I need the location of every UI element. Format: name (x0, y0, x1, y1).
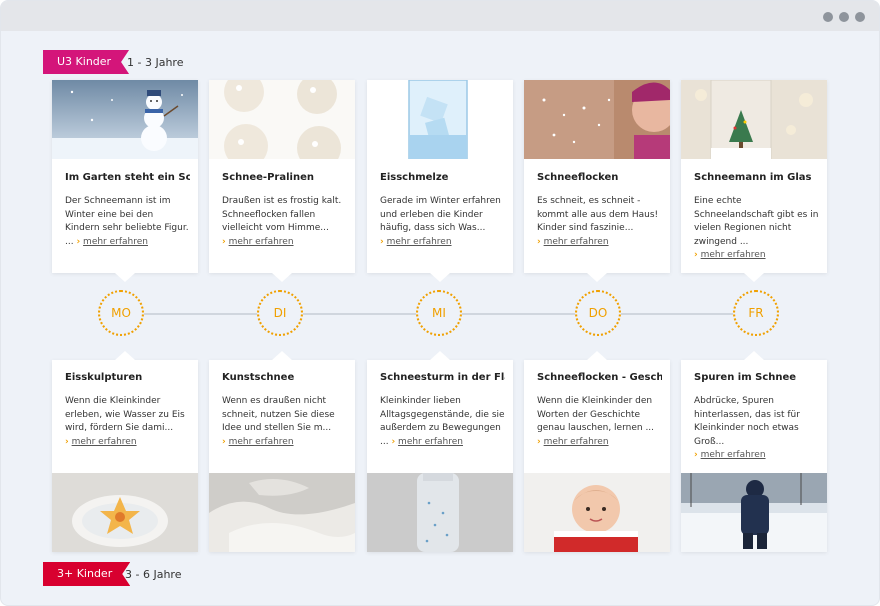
more-link[interactable]: mehr erfahren (398, 437, 463, 447)
girl-blowing-snow-image (524, 80, 670, 159)
more-link[interactable]: mehr erfahren (544, 237, 609, 247)
card-description: Es schneit, es schneit - kommt alle aus … (537, 196, 659, 233)
snow-pralines-image (209, 80, 355, 159)
activity-card[interactable]: Im Garten steht ein Sc... Der Schneemann… (52, 80, 198, 282)
card-description: Der Schneemann ist im Winter eine bei de… (65, 196, 189, 233)
activity-card[interactable]: Schneemann im Glas Eine echte Schneeland… (681, 80, 827, 282)
card-pointer (744, 351, 764, 360)
baby-in-snow-image (524, 473, 670, 552)
window-dot-icon (823, 12, 833, 22)
chevron-right-icon: › (222, 436, 226, 447)
chevron-right-icon: › (694, 450, 698, 460)
card-pointer (430, 273, 450, 282)
card-description: Draußen ist es frostig kalt. Schneeflock… (222, 196, 342, 233)
snow-bottle-image (367, 473, 513, 552)
card-title: Schneeflocken - Gesch... (537, 372, 662, 383)
k3-ribbon: 3+ Kinder (43, 562, 130, 586)
card-title: Schneemann im Glas (694, 172, 812, 183)
chevron-right-icon: › (537, 436, 541, 447)
card-pointer (587, 273, 607, 282)
day-tuesday[interactable]: DI (257, 290, 303, 336)
more-link[interactable]: mehr erfahren (83, 237, 148, 247)
card-pointer (744, 273, 764, 282)
activity-card[interactable]: Schnee-Pralinen Draußen ist es frostig k… (209, 80, 355, 282)
activity-card[interactable]: Kunstschnee Wenn es draußen nicht schnei… (209, 351, 355, 552)
k3-age-range: 3 - 6 Jahre (125, 568, 182, 581)
card-pointer (587, 351, 607, 360)
more-link[interactable]: mehr erfahren (387, 237, 452, 247)
activity-card[interactable]: Schneesturm in der Fla... Kleinkinder li… (367, 351, 513, 552)
window-dot-icon (855, 12, 865, 22)
chevron-right-icon: › (694, 250, 698, 260)
chevron-right-icon: › (76, 236, 81, 247)
card-title: Eisskulpturen (65, 372, 143, 383)
card-pointer (272, 351, 292, 360)
card-title: Kunstschnee (222, 372, 295, 383)
browser-window: U3 Kinder 1 - 3 Jahre Im Garten steht ei… (0, 0, 880, 606)
chevron-right-icon: › (380, 236, 384, 247)
more-link[interactable]: mehr erfahren (544, 437, 609, 447)
card-description: Abdrücke, Spuren hinterlassen, das ist f… (694, 396, 800, 447)
u3-ribbon: U3 Kinder (43, 50, 129, 74)
artificial-snow-image (209, 473, 355, 552)
card-description: Wenn die Kleinkinder den Worten der Gesc… (537, 396, 655, 433)
card-description: Kleinkinder lieben Alltagsgegenstände, d… (380, 396, 505, 433)
day-friday[interactable]: FR (733, 290, 779, 336)
card-description: Wenn die Kleinkinder erleben, wie Wasser… (65, 396, 185, 433)
card-pointer (272, 273, 292, 282)
card-pointer (115, 273, 135, 282)
card-pointer (430, 351, 450, 360)
card-pointer (115, 351, 135, 360)
card-title: Schneesturm in der Fla... (380, 372, 505, 383)
activity-card[interactable]: Schneeflocken Es schneit, es schneit - k… (524, 80, 670, 282)
window-titlebar (1, 1, 879, 31)
more-link[interactable]: mehr erfahren (701, 250, 766, 260)
snow-globe-image (681, 80, 827, 159)
ellipsis: ... (380, 436, 392, 447)
activity-card[interactable]: Eisskulpturen Wenn die Kleinkinder erleb… (52, 351, 198, 552)
card-title: Spuren im Schnee (694, 372, 797, 383)
u3-age-range: 1 - 3 Jahre (127, 56, 184, 69)
ice-sculpture-image (52, 473, 198, 552)
activity-card[interactable]: Schneeflocken - Gesch... Wenn die Kleink… (524, 351, 670, 552)
more-link[interactable]: mehr erfahren (229, 437, 294, 447)
window-dot-icon (839, 12, 849, 22)
card-description: Gerade im Winter erfahren und erleben di… (380, 196, 501, 233)
chevron-right-icon: › (65, 436, 69, 447)
ice-glass-image (367, 80, 513, 159)
day-thursday[interactable]: DO (575, 290, 621, 336)
card-title: Im Garten steht ein Sc... (65, 172, 190, 183)
activity-card[interactable]: Spuren im Schnee Abdrücke, Spuren hinter… (681, 351, 827, 552)
day-monday[interactable]: MO (98, 290, 144, 336)
card-title: Schnee-Pralinen (222, 172, 314, 183)
chevron-right-icon: › (537, 236, 541, 247)
activity-card[interactable]: Eisschmelze Gerade im Winter erfahren un… (367, 80, 513, 282)
chevron-right-icon: › (391, 436, 396, 447)
more-link[interactable]: mehr erfahren (72, 437, 137, 447)
more-link[interactable]: mehr erfahren (229, 237, 294, 247)
chevron-right-icon: › (222, 236, 226, 247)
card-title: Schneeflocken (537, 172, 619, 183)
ellipsis: ... (65, 236, 77, 247)
day-wednesday[interactable]: MI (416, 290, 462, 336)
snowman-image (52, 80, 198, 159)
card-title: Eisschmelze (380, 172, 449, 183)
card-description: Eine echte Schneelandschaft gibt es in v… (694, 196, 819, 247)
more-link[interactable]: mehr erfahren (701, 450, 766, 460)
card-description: Wenn es draußen nicht schneit, nutzen Si… (222, 396, 335, 433)
child-in-snow-image (681, 473, 827, 552)
